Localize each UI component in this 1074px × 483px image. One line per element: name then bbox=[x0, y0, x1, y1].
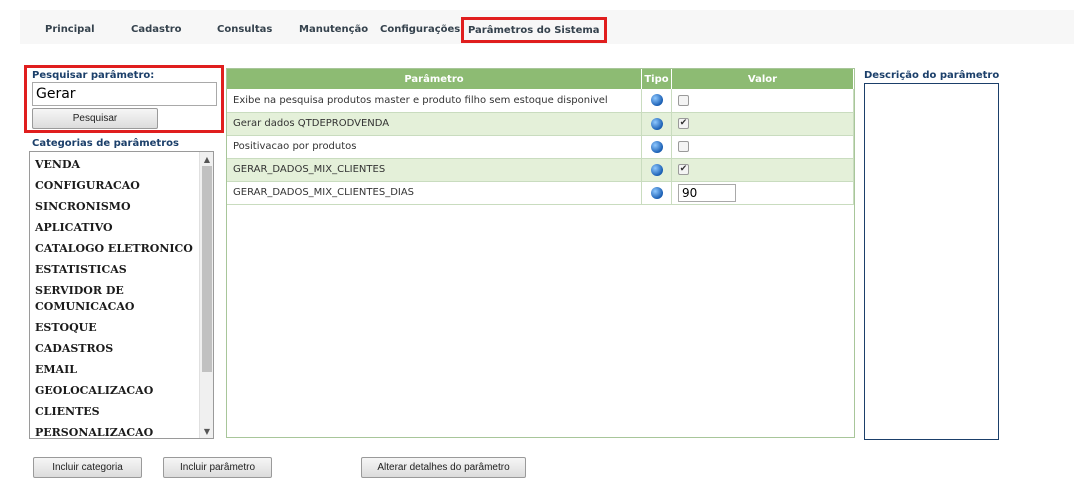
category-item-personalizacao[interactable]: PERSONALIZACAO bbox=[30, 425, 198, 438]
category-item-configuracao[interactable]: CONFIGURACAO bbox=[30, 178, 198, 194]
globe-icon bbox=[650, 117, 663, 130]
categories-label: Categorias de parâmetros bbox=[32, 138, 179, 149]
search-label: Pesquisar parâmetro: bbox=[32, 70, 155, 81]
parameter-name: GERAR_DADOS_MIX_CLIENTES bbox=[227, 158, 642, 182]
value-checkbox-checked[interactable]: ✔ bbox=[678, 163, 689, 175]
parameter-name: Positivacao por produtos bbox=[227, 135, 642, 159]
parameter-value bbox=[671, 181, 854, 205]
table-row[interactable]: Positivacao por produtos bbox=[227, 135, 854, 159]
category-item-catalogo-eletronico[interactable]: CATALOGO ELETRONICO bbox=[30, 241, 198, 257]
value-checkbox-checked[interactable]: ✔ bbox=[678, 117, 689, 129]
category-item-estatisticas[interactable]: ESTATISTICAS bbox=[30, 262, 198, 278]
column-header-parametro: Parâmetro bbox=[227, 69, 642, 89]
value-checkbox[interactable] bbox=[678, 94, 689, 106]
incluir-parametro-button[interactable]: Incluir parâmetro bbox=[163, 457, 272, 478]
description-box[interactable] bbox=[864, 83, 999, 440]
search-input[interactable] bbox=[32, 82, 217, 106]
category-item-estoque[interactable]: ESTOQUE bbox=[30, 320, 198, 336]
alterar-detalhes-button[interactable]: Alterar detalhes do parâmetro bbox=[361, 457, 526, 478]
value-input[interactable] bbox=[678, 183, 736, 202]
category-item-cadastros[interactable]: CADASTROS bbox=[30, 341, 198, 357]
search-button[interactable]: Pesquisar bbox=[32, 108, 158, 129]
categories-list[interactable]: VENDA CONFIGURACAO SINCRONISMO APLICATIV… bbox=[29, 151, 214, 439]
table-row[interactable]: Exibe na pesquisa produtos master e prod… bbox=[227, 89, 854, 113]
incluir-categoria-button[interactable]: Incluir categoria bbox=[33, 457, 142, 478]
parameter-value bbox=[671, 89, 854, 113]
category-item-clientes[interactable]: CLIENTES bbox=[30, 404, 198, 420]
parameter-value bbox=[671, 135, 854, 159]
parameter-type bbox=[641, 135, 672, 159]
parameters-table: Parâmetro Tipo Valor Exibe na pesquisa p… bbox=[227, 69, 854, 205]
category-item-aplicativo[interactable]: APLICATIVO bbox=[30, 220, 198, 236]
table-row[interactable]: Gerar dados QTDEPRODVENDA ✔ bbox=[227, 112, 854, 136]
parameter-type bbox=[641, 112, 672, 136]
parameter-type bbox=[641, 181, 672, 205]
scrollbar-thumb[interactable] bbox=[202, 166, 212, 372]
globe-icon bbox=[650, 186, 663, 199]
tab-parametros-do-sistema[interactable]: Parâmetros do Sistema bbox=[461, 17, 607, 43]
category-item-geolocalizacao[interactable]: GEOLOCALIZACAO bbox=[30, 383, 198, 399]
scroll-up-arrow-icon[interactable]: ▲ bbox=[200, 152, 213, 166]
category-item-servidor-de-comunicacao[interactable]: SERVIDOR DE COMUNICACAO bbox=[30, 283, 140, 315]
parameter-name: Gerar dados QTDEPRODVENDA bbox=[227, 112, 642, 136]
parameters-panel: Parâmetro Tipo Valor Exibe na pesquisa p… bbox=[226, 68, 855, 438]
top-navigation: Principal Cadastro Consultas Manutenção … bbox=[0, 0, 1074, 46]
tab-configuracoes[interactable]: Configurações bbox=[380, 24, 460, 35]
parameter-type bbox=[641, 89, 672, 113]
parameter-type bbox=[641, 158, 672, 182]
categories-scrollbar[interactable]: ▲ ▼ bbox=[199, 152, 213, 438]
column-header-tipo: Tipo bbox=[641, 69, 672, 89]
category-item-sincronismo[interactable]: SINCRONISMO bbox=[30, 199, 198, 215]
column-header-valor: Valor bbox=[671, 69, 854, 89]
globe-icon bbox=[650, 163, 663, 176]
globe-icon bbox=[650, 94, 663, 107]
parameter-value: ✔ bbox=[671, 112, 854, 136]
scroll-down-arrow-icon[interactable]: ▼ bbox=[200, 424, 213, 438]
parameter-name: GERAR_DADOS_MIX_CLIENTES_DIAS bbox=[227, 181, 642, 205]
globe-icon bbox=[650, 140, 663, 153]
table-row[interactable]: GERAR_DADOS_MIX_CLIENTES_DIAS bbox=[227, 181, 854, 205]
table-row[interactable]: GERAR_DADOS_MIX_CLIENTES ✔ bbox=[227, 158, 854, 182]
tab-manutencao[interactable]: Manutenção bbox=[299, 24, 368, 35]
category-item-venda[interactable]: VENDA bbox=[30, 157, 198, 173]
category-item-email[interactable]: EMAIL bbox=[30, 362, 198, 378]
description-label: Descrição do parâmetro bbox=[864, 70, 1000, 81]
value-checkbox[interactable] bbox=[678, 140, 689, 152]
tab-consultas[interactable]: Consultas bbox=[217, 24, 272, 35]
tab-cadastro[interactable]: Cadastro bbox=[131, 24, 182, 35]
parameter-name: Exibe na pesquisa produtos master e prod… bbox=[227, 89, 642, 113]
tab-principal[interactable]: Principal bbox=[45, 24, 95, 35]
parameter-value: ✔ bbox=[671, 158, 854, 182]
